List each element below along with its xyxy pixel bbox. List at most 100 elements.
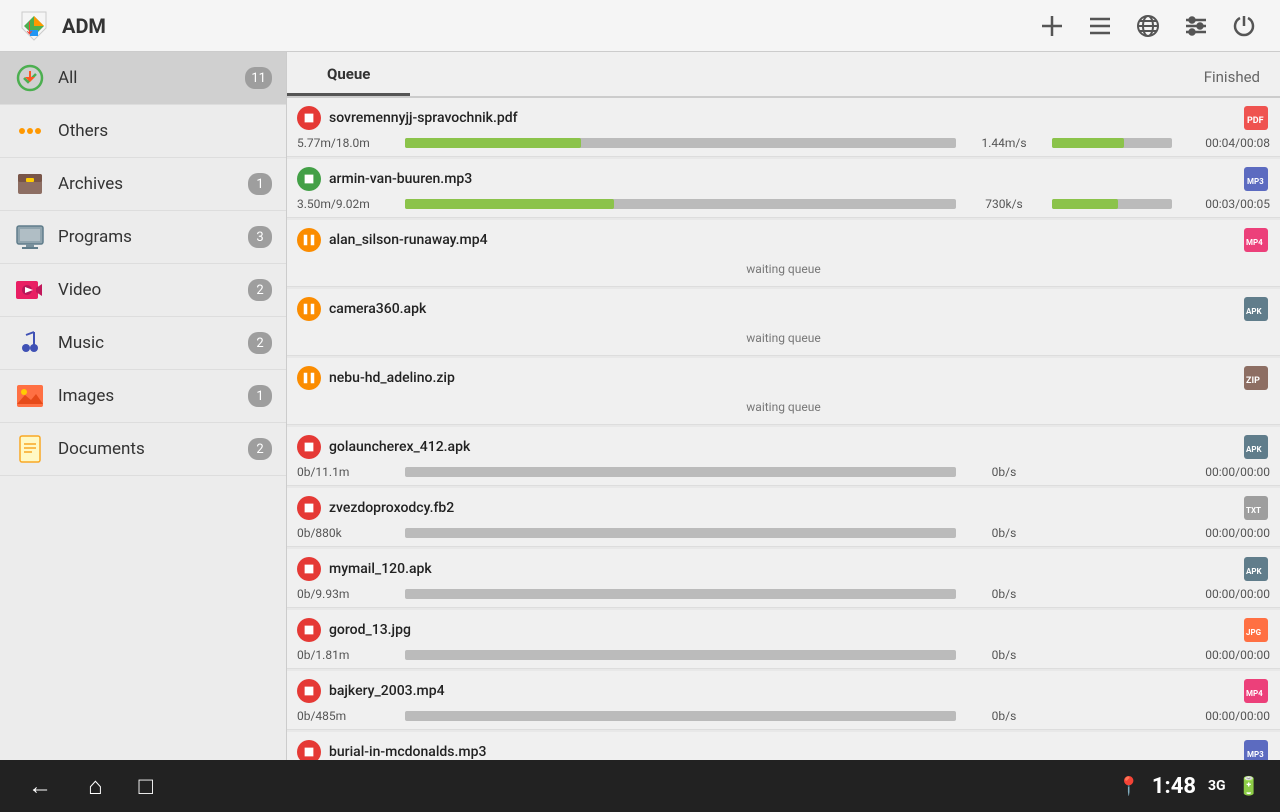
- status-button[interactable]: [297, 557, 321, 581]
- sidebar-all-badge: 11: [245, 67, 272, 89]
- progress-bar: [405, 711, 956, 721]
- download-item: bajkery_2003.mp4 MP4 0b/485m 0b/s 00:00/…: [287, 671, 1280, 730]
- main-layout: All 11 Others Archiv: [0, 52, 1280, 760]
- sliders-button[interactable]: [1176, 6, 1216, 46]
- status-button[interactable]: [297, 297, 321, 321]
- download-name: nebu-hd_adelino.zip: [329, 370, 1242, 386]
- status-button[interactable]: [297, 366, 321, 390]
- sidebar-item-documents[interactable]: Documents 2: [0, 423, 286, 476]
- back-button[interactable]: ←: [20, 764, 60, 809]
- download-item: golauncherex_412.apk APK 0b/11.1m 0b/s 0…: [287, 427, 1280, 486]
- svg-text:↓: ↓: [24, 15, 35, 40]
- download-speed: 0b/s: [964, 648, 1044, 662]
- recents-button[interactable]: □: [131, 764, 162, 809]
- svg-text:MP4: MP4: [1246, 238, 1263, 247]
- file-type-icon: APK: [1242, 295, 1270, 323]
- bottom-bar: ← ⌂ □ 📍 1:48 3G 🔋: [0, 760, 1280, 812]
- download-item: burial-in-mcdonalds.mp3 MP3 0b 0b/s 00:0…: [287, 732, 1280, 760]
- svg-text:ZIP: ZIP: [1246, 376, 1260, 386]
- download-speed: 0b/s: [964, 709, 1044, 723]
- download-time: 00:04/00:08: [1180, 136, 1270, 150]
- download-item: gorod_13.jpg JPG 0b/1.81m 0b/s 00:00/00:…: [287, 610, 1280, 669]
- sidebar-item-programs[interactable]: Programs 3: [0, 211, 286, 264]
- images-icon: [14, 380, 46, 412]
- download-name: mymail_120.apk: [329, 561, 1242, 577]
- sidebar-all-label: All: [58, 68, 245, 88]
- waiting-status: waiting queue: [297, 396, 1270, 418]
- power-button[interactable]: [1224, 6, 1264, 46]
- status-button[interactable]: [297, 106, 321, 130]
- download-item: nebu-hd_adelino.zip ZIP waiting queue: [287, 358, 1280, 425]
- sidebar-item-archives[interactable]: Archives 1: [0, 158, 286, 211]
- download-item: zvezdoproxodcy.fb2 TXT 0b/880k 0b/s 00:0…: [287, 488, 1280, 547]
- status-button[interactable]: [297, 496, 321, 520]
- sidebar-item-others[interactable]: Others: [0, 105, 286, 158]
- sidebar-item-images[interactable]: Images 1: [0, 370, 286, 423]
- battery-icon: 🔋: [1238, 776, 1260, 797]
- download-time: 00:00/00:00: [1180, 648, 1270, 662]
- speed-bar: [1052, 199, 1172, 209]
- gps-icon: 📍: [1118, 776, 1140, 797]
- menu-button[interactable]: [1080, 6, 1120, 46]
- download-size: 0b/11.1m: [297, 465, 397, 479]
- all-icon: [14, 62, 46, 94]
- tab-finished[interactable]: Finished: [1184, 58, 1280, 96]
- tabs-bar: Queue Finished: [287, 52, 1280, 98]
- sidebar-item-video[interactable]: Video 2: [0, 264, 286, 317]
- add-button[interactable]: [1032, 6, 1072, 46]
- download-time: 00:00/00:00: [1180, 526, 1270, 540]
- time-display: 1:48: [1152, 774, 1196, 799]
- progress-bar: [405, 199, 956, 209]
- status-button[interactable]: [297, 228, 321, 252]
- progress-bar: [405, 467, 956, 477]
- download-time: 00:00/00:00: [1180, 587, 1270, 601]
- download-item: mymail_120.apk APK 0b/9.93m 0b/s 00:00/0…: [287, 549, 1280, 608]
- status-button[interactable]: [297, 435, 321, 459]
- download-size: 0b/9.93m: [297, 587, 397, 601]
- sidebar-video-label: Video: [58, 280, 248, 300]
- speed-bar: [1052, 138, 1172, 148]
- sidebar-item-music[interactable]: Music 2: [0, 317, 286, 370]
- download-speed: 0b/s: [964, 587, 1044, 601]
- progress-bar: [405, 589, 956, 599]
- tab-queue[interactable]: Queue: [287, 55, 410, 96]
- progress-bar: [405, 650, 956, 660]
- svg-text:APK: APK: [1246, 445, 1263, 454]
- music-icon: [14, 327, 46, 359]
- status-button[interactable]: [297, 167, 321, 191]
- svg-text:JPG: JPG: [1246, 628, 1262, 637]
- app-title: ADM: [62, 14, 1024, 38]
- download-size: 5.77m/18.0m: [297, 136, 397, 150]
- svg-text:MP4: MP4: [1246, 689, 1263, 698]
- download-name: alan_silson-runaway.mp4: [329, 232, 1242, 248]
- download-item: armin-van-buuren.mp3 MP3 3.50m/9.02m 730…: [287, 159, 1280, 218]
- download-item: sovremennyjj-spravochnik.pdf PDF 5.77m/1…: [287, 98, 1280, 157]
- topbar: ↓ ADM: [0, 0, 1280, 52]
- download-speed: 0b/s: [964, 526, 1044, 540]
- globe-button[interactable]: [1128, 6, 1168, 46]
- download-size: 3.50m/9.02m: [297, 197, 397, 211]
- file-type-icon: MP4: [1242, 226, 1270, 254]
- others-icon: [14, 115, 46, 147]
- download-speed: 1.44m/s: [964, 136, 1044, 150]
- svg-text:APK: APK: [1246, 307, 1263, 316]
- progress-bar: [405, 528, 956, 538]
- download-speed: 730k/s: [964, 197, 1044, 211]
- file-type-icon: MP4: [1242, 677, 1270, 705]
- app-logo: ↓: [16, 8, 52, 44]
- sidebar-music-label: Music: [58, 333, 248, 353]
- download-size: 0b/485m: [297, 709, 397, 723]
- status-button[interactable]: [297, 618, 321, 642]
- file-type-icon: PDF: [1242, 104, 1270, 132]
- waiting-status: waiting queue: [297, 258, 1270, 280]
- status-button[interactable]: [297, 679, 321, 703]
- file-type-icon: JPG: [1242, 616, 1270, 644]
- home-button[interactable]: ⌂: [80, 764, 111, 809]
- svg-text:TXT: TXT: [1246, 506, 1261, 515]
- sidebar-item-all[interactable]: All 11: [0, 52, 286, 105]
- status-button[interactable]: [297, 740, 321, 760]
- sidebar-others-label: Others: [58, 121, 272, 141]
- download-name: armin-van-buuren.mp3: [329, 171, 1242, 187]
- download-name: bajkery_2003.mp4: [329, 683, 1242, 699]
- sidebar-documents-badge: 2: [248, 438, 272, 460]
